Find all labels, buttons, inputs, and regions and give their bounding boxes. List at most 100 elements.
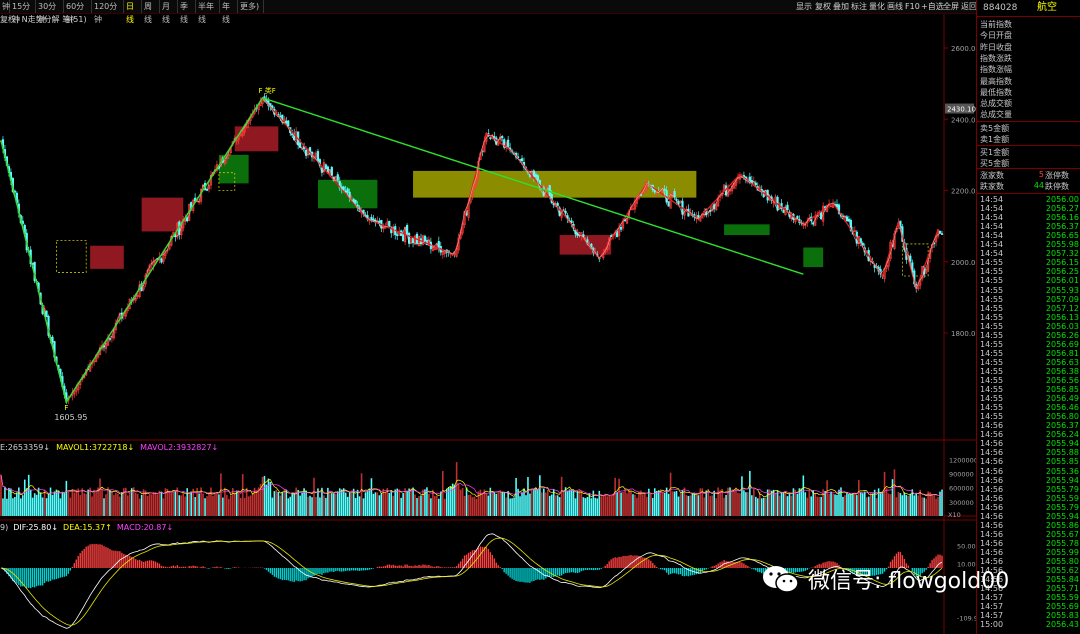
volume-bar [103, 498, 105, 516]
volume-bar [899, 493, 902, 516]
volume-bar [671, 491, 674, 516]
volume-bar [414, 494, 416, 516]
volume-bar [776, 490, 779, 516]
volume-bar [79, 495, 82, 516]
volume-bar [386, 488, 389, 516]
volume-bar [535, 488, 537, 516]
toolbar-button[interactable]: 量化 [868, 0, 886, 13]
candle-body [346, 188, 349, 193]
period-tab[interactable]: 半年线 [196, 0, 220, 24]
toolbar-button[interactable]: F10 [904, 0, 921, 13]
tick-row: 14:57 2055.83 [980, 611, 1079, 621]
volume-bar [790, 495, 793, 516]
volume-bar [297, 489, 299, 516]
period-tab[interactable]: 季线 [178, 0, 196, 24]
volume-bar [751, 495, 753, 516]
tick-row: 14:56 2055.88 [980, 448, 1079, 458]
volume-bar [140, 494, 143, 516]
period-tab[interactable]: 120分钟 [92, 0, 124, 24]
volume-bar [384, 491, 387, 516]
period-tab[interactable]: 更多) [238, 0, 264, 13]
volume-bar [128, 492, 131, 516]
volume-bar [29, 489, 32, 516]
candle-body [940, 233, 944, 235]
volume-bar [115, 492, 117, 516]
period-tab[interactable]: 钟 [0, 0, 10, 13]
volume-bar [626, 493, 628, 516]
volume-bar [436, 495, 438, 516]
volume-bar [921, 497, 923, 516]
volume-bar [673, 491, 676, 516]
volume-bar [138, 498, 141, 516]
tick-row: 14:55 2056.81 [980, 348, 1079, 358]
period-tab[interactable]: 30分钟 [36, 0, 64, 24]
volume-bar [438, 498, 440, 516]
volume-bar [644, 492, 646, 516]
period-tab[interactable]: 日线 [124, 0, 142, 24]
volume-bar [346, 496, 349, 516]
volume-bar [55, 489, 58, 516]
volume-bar [836, 494, 838, 516]
volume-bar [852, 493, 854, 516]
volume-bar [27, 474, 30, 516]
volume-bar [247, 496, 250, 516]
candle-body [291, 133, 294, 136]
toolbar-button[interactable]: 显示 [795, 0, 813, 13]
toolbar-button[interactable]: 复权 [814, 0, 832, 13]
toolbar-button[interactable]: +自选 [920, 0, 945, 13]
volume-bar [35, 494, 38, 516]
volume-bar [453, 484, 456, 516]
volume-bar [800, 488, 803, 516]
volume-bar [180, 495, 183, 516]
volume-bar [105, 494, 107, 516]
volume-bar [53, 491, 56, 516]
toolbar-button[interactable]: 叠加 [832, 0, 850, 13]
volume-unit-label: X10 [948, 511, 961, 519]
tick-row: 14:56 2055.94 [980, 439, 1079, 449]
volume-bar [156, 494, 159, 516]
toolbar-button[interactable]: 画线 [886, 0, 904, 13]
period-tab[interactable]: 15分钟 [10, 0, 36, 24]
volume-bar [495, 493, 498, 516]
volume-bar [271, 497, 274, 516]
volume-bar [578, 490, 581, 516]
kline-chart[interactable]: 2600.00 2400.00 2200.00 2000.00 1800.00 2430.… [0, 14, 976, 634]
candle-body [342, 186, 345, 190]
price-axis-label: 1800.00 [951, 330, 976, 338]
volume-bar [640, 490, 642, 516]
volume-bar [487, 495, 490, 516]
volume-bar [850, 494, 852, 516]
volume-bar [657, 490, 660, 516]
volume-bar [75, 489, 78, 516]
volume-bar [667, 493, 670, 516]
toolbar-button[interactable]: 全屏 [942, 0, 960, 13]
price-axis-label: 2600.00 [951, 45, 976, 53]
volume-bar [6, 498, 8, 516]
volume-bar [376, 492, 379, 516]
volume-bar [782, 492, 785, 516]
period-tab[interactable]: 月线 [160, 0, 178, 24]
volume-bar [394, 489, 397, 516]
volume-bar [340, 489, 343, 516]
period-tab[interactable]: 60分钟 [64, 0, 92, 24]
volume-bar [832, 493, 834, 516]
volume-bar [142, 489, 145, 516]
period-tab[interactable]: 年线 [220, 0, 238, 24]
toolbar-button[interactable]: 标注 [850, 0, 868, 13]
tick-row: 14:54 2056.00 [980, 195, 1079, 204]
volume-bar [663, 493, 666, 516]
tick-row: 14:55 2056.01 [980, 276, 1079, 286]
tick-row: 15:00 2056.43 [980, 620, 1079, 630]
volume-bar [216, 492, 218, 516]
volume-bar [12, 498, 14, 516]
volume-bar [410, 488, 412, 516]
volume-bar [503, 492, 505, 516]
volume-bar [887, 493, 890, 516]
volume-bar [590, 498, 593, 516]
macd-axis-label: 50.00 [957, 543, 976, 551]
period-tab[interactable]: 周线 [142, 0, 160, 24]
order-label: 卖5金额 [980, 124, 1010, 133]
volume-bar [49, 487, 52, 516]
candle-body [324, 164, 327, 169]
candle-body [336, 174, 339, 181]
